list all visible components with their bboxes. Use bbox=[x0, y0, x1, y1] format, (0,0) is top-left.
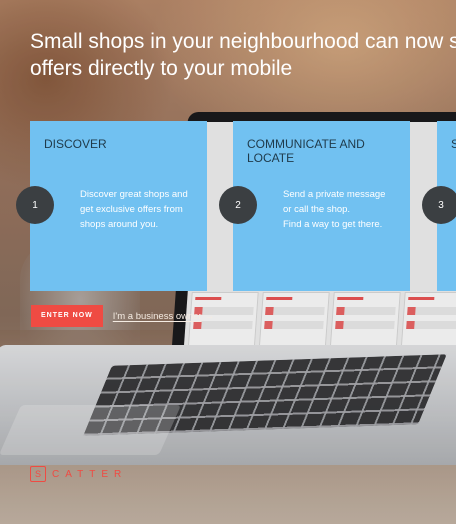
step-number-badge: 3 bbox=[422, 186, 456, 224]
step-number-badge: 2 bbox=[219, 186, 257, 224]
arrow-right-icon: → bbox=[204, 310, 215, 322]
step-card-communicate: COMMUNICATE AND LOCATE Send a private me… bbox=[233, 121, 410, 291]
scatter-logo[interactable]: S CATTER bbox=[30, 466, 127, 482]
hero-headline: Small shops in your neighbourhood can no… bbox=[30, 28, 456, 82]
step-number-badge: 1 bbox=[16, 186, 54, 224]
logo-wordmark: CATTER bbox=[52, 468, 128, 480]
step-card-title: COMMUNICATE AND LOCATE bbox=[247, 137, 365, 165]
cta-row: ENTER NOW I'm a business owner → bbox=[31, 305, 214, 327]
step-card-discover: DISCOVER Discover great shops and get ex… bbox=[30, 121, 207, 291]
enter-now-button[interactable]: ENTER NOW bbox=[31, 305, 103, 327]
step-card-text: Discover great shops and get exclusive o… bbox=[80, 189, 188, 230]
logo-mark: S bbox=[30, 466, 46, 482]
step-card-text: Send a private message or call the shop.… bbox=[283, 189, 386, 230]
hero-headline-line2: offers directly to your mobile bbox=[30, 57, 293, 80]
step-card-title: DISCOVER bbox=[44, 137, 107, 151]
business-owner-link[interactable]: I'm a business owner bbox=[113, 311, 202, 322]
hero-headline-line1: Small shops in your neighbourhood can no… bbox=[30, 30, 456, 53]
step-card-title: S bbox=[451, 137, 456, 151]
